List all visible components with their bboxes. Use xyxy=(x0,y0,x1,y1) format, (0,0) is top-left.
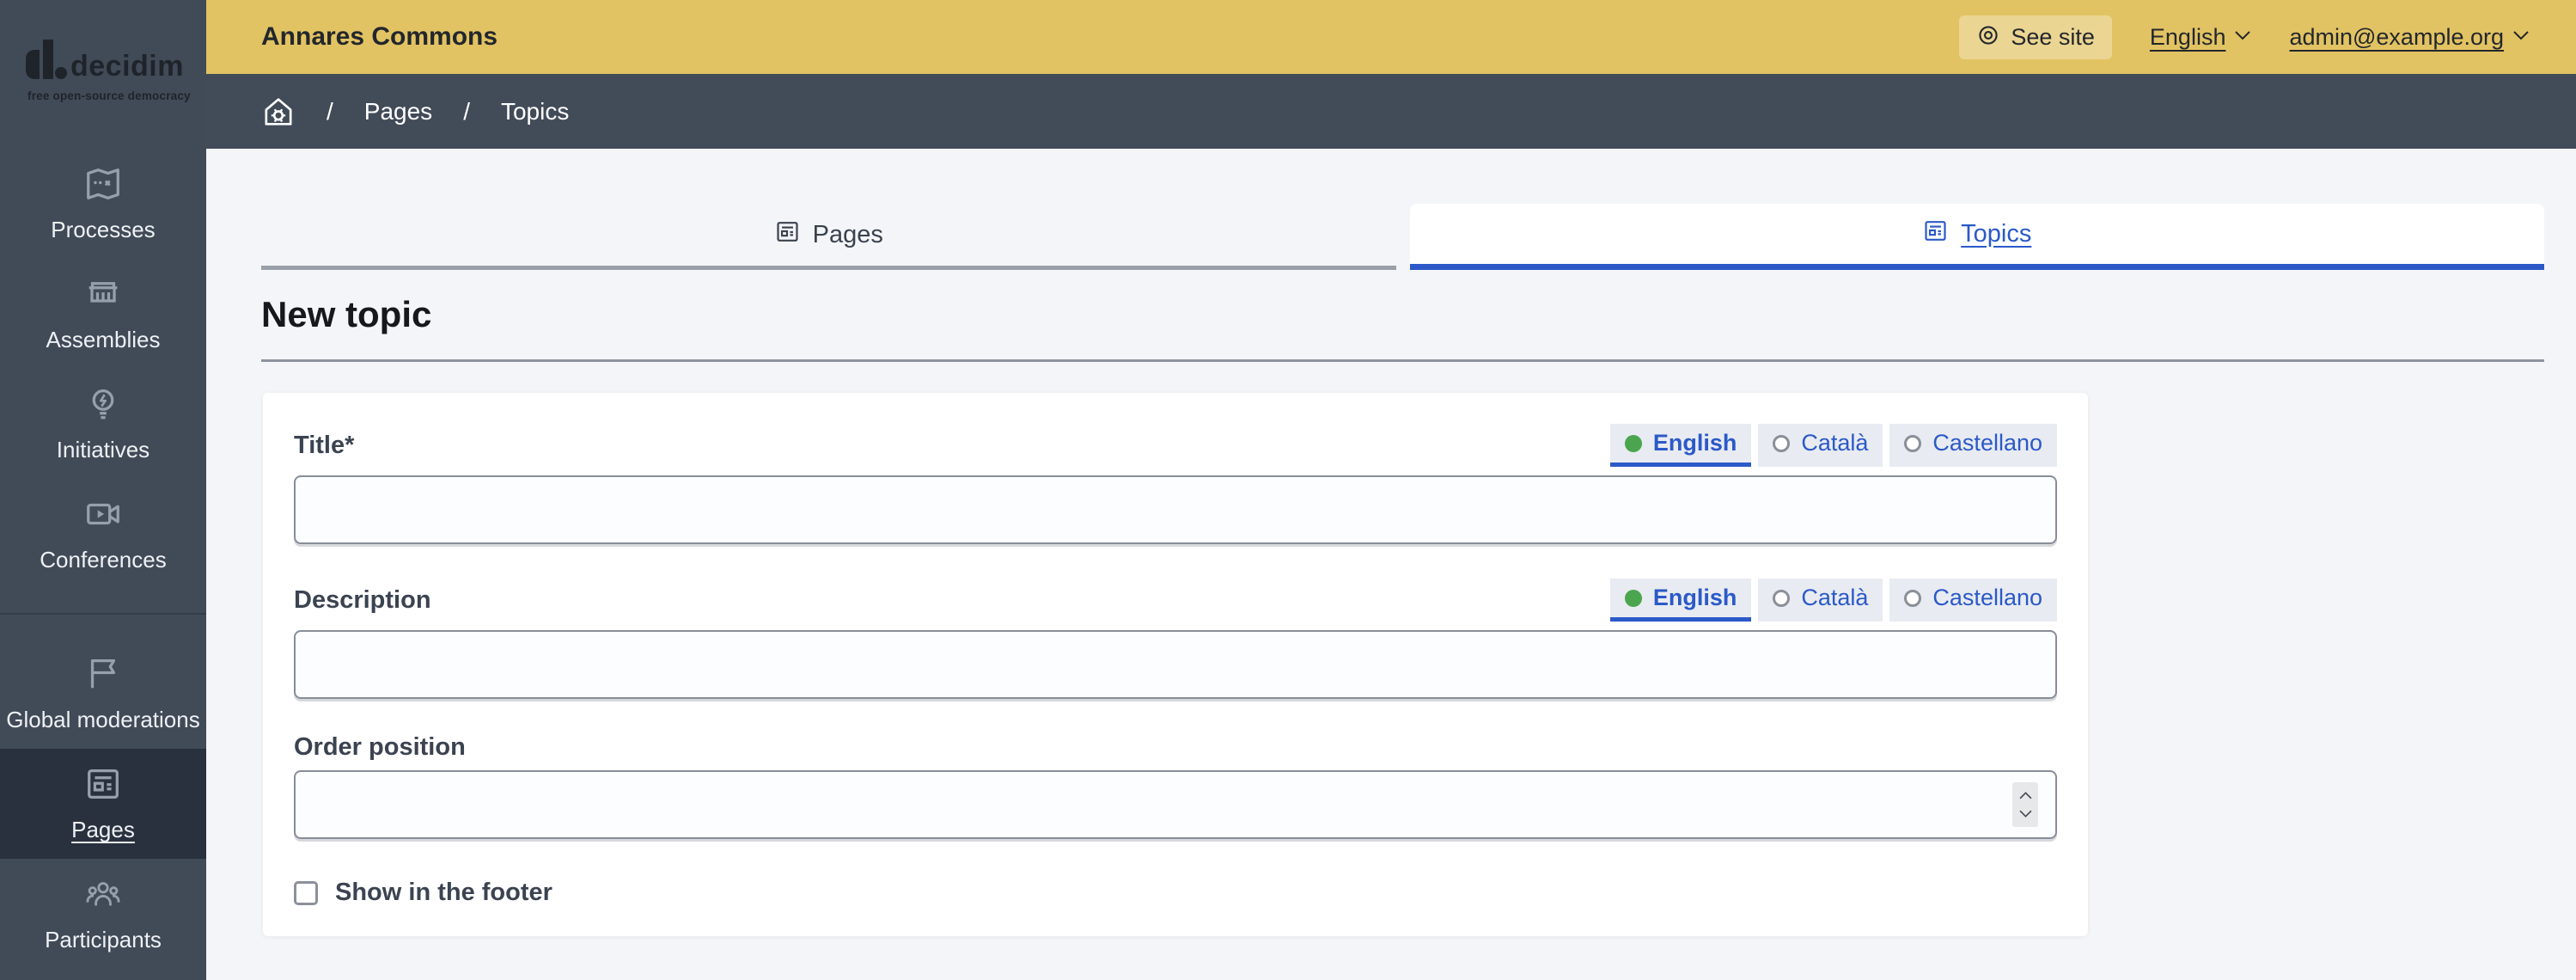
user-email-label: admin@example.org xyxy=(2289,23,2504,50)
stepper-up-icon[interactable] xyxy=(2018,792,2032,799)
description-input[interactable] xyxy=(294,630,2057,699)
decidim-logo-icon xyxy=(26,40,67,88)
language-dropdown-label: English xyxy=(2149,23,2226,50)
order-position-input[interactable] xyxy=(294,770,2057,839)
language-dropdown[interactable]: English xyxy=(2150,24,2252,51)
heading-divider xyxy=(261,359,2544,362)
article-icon xyxy=(1922,217,1949,251)
tab-pages[interactable]: Pages xyxy=(261,204,1396,270)
description-language-selector: English Català Castellano xyxy=(1609,579,2057,622)
sidebar-item-label: Initiatives xyxy=(56,437,150,462)
order-position-field-row: Order position xyxy=(294,733,2057,839)
description-field-row: Description English Català Castellano xyxy=(294,579,2057,699)
app-root: decidim free open-source democracy Proce… xyxy=(0,0,2576,980)
show-in-footer-checkbox[interactable] xyxy=(294,880,318,905)
language-label: Català xyxy=(1801,430,1869,456)
breadcrumb-topics-link[interactable]: Topics xyxy=(501,98,569,126)
order-position-label: Order position xyxy=(294,733,466,761)
team-icon xyxy=(83,874,123,918)
see-site-label: See site xyxy=(2011,23,2095,50)
sidebar-item-label: Processes xyxy=(51,217,156,242)
title-field-row: Title* English Català Castellano xyxy=(294,424,2057,544)
language-option-catala[interactable]: Català xyxy=(1758,424,1883,467)
live-site-icon xyxy=(1976,23,2000,52)
sidebar-item-global-moderations[interactable]: Global moderations xyxy=(0,639,206,749)
sidebar-item-participants[interactable]: Participants xyxy=(0,859,206,969)
sidebar-group-admin: Global moderations Pages Participants xyxy=(0,639,206,969)
chevron-down-icon xyxy=(2234,29,2251,45)
radio-selected-icon xyxy=(1624,434,1642,452)
sidebar-divider xyxy=(0,613,206,615)
bank-icon xyxy=(83,274,123,318)
sidebar-item-label: Participants xyxy=(45,927,162,952)
sidebar-item-label: Global moderations xyxy=(6,707,200,732)
new-topic-form-card: Title* English Català Castellano Descrip… xyxy=(263,393,2088,936)
tab-label: Topics xyxy=(1961,219,2032,248)
language-option-catala[interactable]: Català xyxy=(1758,579,1883,622)
tab-bar: Pages Topics xyxy=(261,204,2544,270)
sidebar-group-spaces: Processes Assemblies Initiatives Confere… xyxy=(0,149,206,589)
breadcrumb-pages-link[interactable]: Pages xyxy=(364,98,432,126)
radio-unselected-icon xyxy=(1773,589,1791,607)
chevron-down-icon xyxy=(2512,29,2530,45)
number-stepper xyxy=(2012,782,2038,827)
title-input[interactable] xyxy=(294,475,2057,544)
title-language-selector: English Català Castellano xyxy=(1609,424,2057,467)
radio-selected-icon xyxy=(1624,589,1642,607)
breadcrumb-separator: / xyxy=(327,97,333,125)
show-in-footer-row: Show in the footer xyxy=(294,879,2057,907)
content-area: Pages Topics New topic Title* English Ca… xyxy=(206,149,2576,980)
language-option-castellano[interactable]: Castellano xyxy=(1889,579,2057,622)
main-column: Annares Commons See site English admin@e… xyxy=(206,0,2576,980)
language-option-english[interactable]: English xyxy=(1609,579,1752,622)
language-option-english[interactable]: English xyxy=(1609,424,1752,467)
show-in-footer-label: Show in the footer xyxy=(335,879,552,906)
tab-topics[interactable]: Topics xyxy=(1409,204,2544,270)
radio-unselected-icon xyxy=(1773,434,1791,452)
page-title: New topic xyxy=(261,294,432,334)
logo-tagline: free open-source democracy xyxy=(27,89,191,102)
sidebar-item-assemblies[interactable]: Assemblies xyxy=(0,259,206,369)
language-option-castellano[interactable]: Castellano xyxy=(1889,424,2057,467)
organization-title: Annares Commons xyxy=(261,22,498,51)
language-label: Castellano xyxy=(1932,430,2042,456)
see-site-button[interactable]: See site xyxy=(1959,15,2112,59)
sidebar-item-pages[interactable]: Pages xyxy=(0,749,206,859)
sidebar-item-label: Assemblies xyxy=(46,327,161,352)
article-icon xyxy=(774,218,801,252)
radio-unselected-icon xyxy=(1904,589,1922,607)
sidebar-item-label: Pages xyxy=(71,817,135,842)
admin-home-link[interactable] xyxy=(261,95,296,129)
sidebar-item-initiatives[interactable]: Initiatives xyxy=(0,369,206,479)
article-icon xyxy=(83,764,123,808)
language-label: Castellano xyxy=(1932,585,2042,610)
sidebar: decidim free open-source democracy Proce… xyxy=(0,0,206,980)
sidebar-item-label: Conferences xyxy=(40,547,167,573)
stepper-down-icon[interactable] xyxy=(2018,810,2032,818)
breadcrumb-separator: / xyxy=(463,97,470,125)
description-label: Description xyxy=(294,585,431,614)
title-label: Title* xyxy=(294,431,355,459)
decidim-logo: decidim free open-source democracy xyxy=(0,0,206,149)
sidebar-item-processes[interactable]: Processes xyxy=(0,149,206,259)
sidebar-item-conferences[interactable]: Conferences xyxy=(0,479,206,589)
home-gear-icon xyxy=(261,95,296,129)
language-label: Català xyxy=(1801,585,1869,610)
map-icon xyxy=(83,164,123,208)
breadcrumb: / Pages / Topics xyxy=(206,74,2576,149)
video-camera-icon xyxy=(83,494,123,538)
language-label: English xyxy=(1652,430,1737,456)
flag-icon xyxy=(83,654,123,698)
tab-label: Pages xyxy=(812,220,883,248)
logo-name: decidim xyxy=(70,50,184,83)
language-label: English xyxy=(1652,585,1737,610)
radio-unselected-icon xyxy=(1904,434,1922,452)
user-menu-dropdown[interactable]: admin@example.org xyxy=(2289,24,2530,51)
top-header-bar: Annares Commons See site English admin@e… xyxy=(206,0,2576,74)
lightbulb-flash-icon xyxy=(83,384,123,428)
